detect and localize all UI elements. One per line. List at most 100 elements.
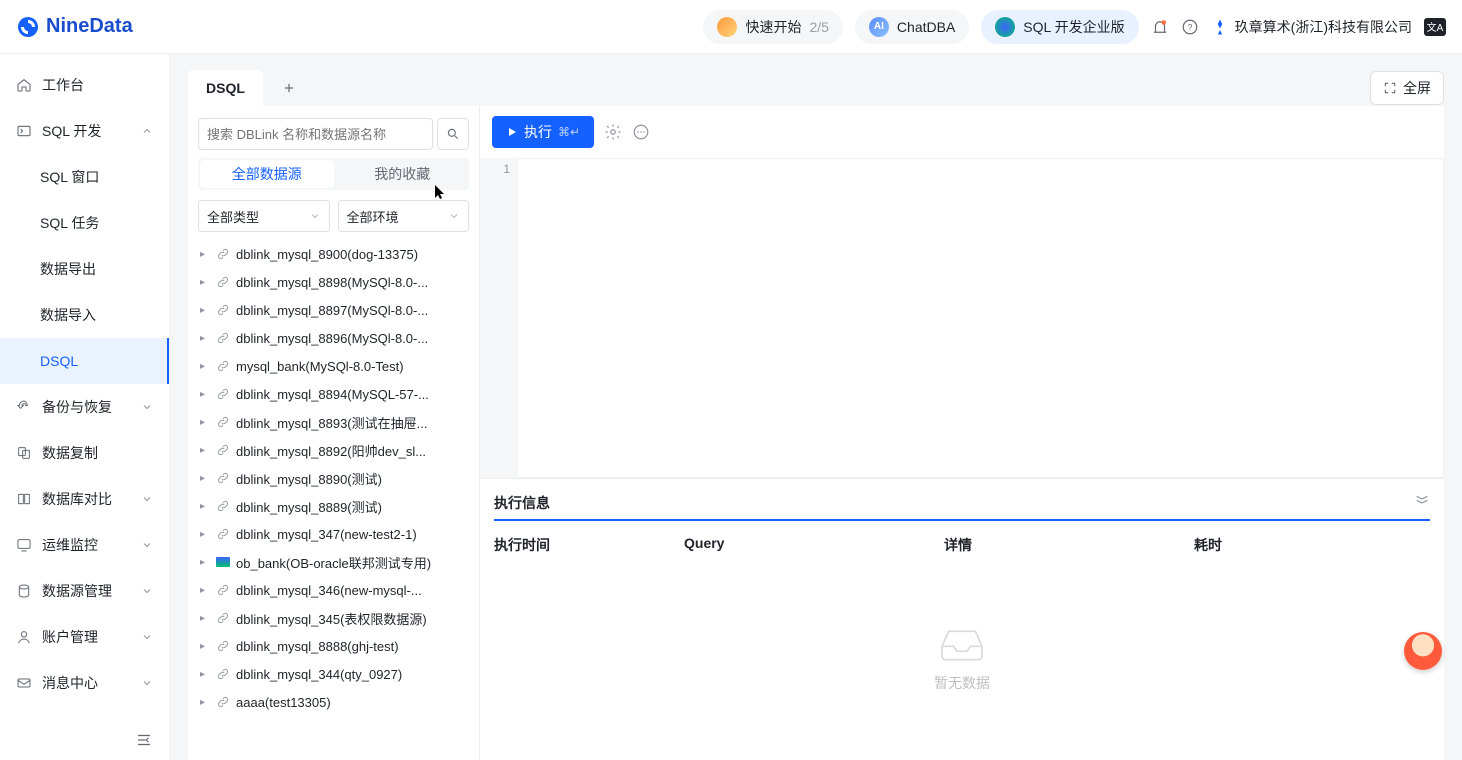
filter-type-select[interactable]: 全部类型 [198,200,330,232]
line-number: 1 [488,162,510,176]
collapse-down-icon[interactable] [1414,491,1430,507]
compare-icon [16,491,32,507]
caret-icon: ▸ [200,613,210,624]
org-name: 玖章算术(浙江)科技有限公司 [1235,17,1412,37]
nav-label: 数据导入 [40,305,96,325]
tree-item[interactable]: ▸dblink_mysql_346(new-mysql-... [198,576,469,604]
tree-item[interactable]: ▸dblink_mysql_344(qty_0927) [198,660,469,688]
search-input[interactable] [198,118,433,150]
nav-label: 运维监控 [42,535,98,555]
link-icon [216,499,230,513]
select-value: 全部类型 [207,207,259,226]
tab-dsql[interactable]: DSQL [188,70,263,106]
nav-import[interactable]: 数据导入 [0,292,169,338]
tree-item[interactable]: ▸dblink_mysql_8894(MySQL-57-... [198,380,469,408]
tree-item[interactable]: ▸ dblink_mysql_345(表权限数据源) [198,604,469,632]
col-duration: 耗时 [1194,535,1430,555]
globe-icon [995,17,1015,37]
nav-workspace[interactable]: 工作台 [0,62,169,108]
nav-sql-dev[interactable]: SQL 开发 [0,108,169,154]
tree-item[interactable]: ▸ dblink_mysql_8889(测试) [198,492,469,520]
monitor-icon [16,537,32,553]
filter-env-select[interactable]: 全部环境 [338,200,470,232]
nav-monitor[interactable]: 运维监控 [0,522,169,568]
link-icon [216,527,230,541]
nav-replicate[interactable]: 数据复制 [0,430,169,476]
select-value: 全部环境 [347,207,399,226]
nav-label: 数据导出 [40,259,96,279]
edition-pill[interactable]: SQL 开发企业版 [981,10,1138,44]
fullscreen-button[interactable]: 全屏 [1370,71,1444,105]
tree-item[interactable]: ▸dblink_mysql_8896(MySQl-8.0-... [198,324,469,352]
col-detail: 详情 [944,535,1194,555]
edition-label: SQL 开发企业版 [1023,17,1124,37]
tree-item-label: dblink_mysql_8896(MySQl-8.0-... [236,331,428,346]
nav-backup[interactable]: 备份与恢复 [0,384,169,430]
tree-item[interactable]: ▸ob_bank(OB-oracle联邦测试专用) [198,548,469,576]
inbox-icon [934,623,990,663]
tree-item-label: dblink_mysql_8894(MySQL-57-... [236,387,429,402]
tab-add[interactable] [271,70,307,106]
empty-state: 暂无数据 [494,555,1430,760]
nav-message[interactable]: 消息中心 [0,660,169,706]
nav-label: 消息中心 [42,673,98,693]
nav-sql-window[interactable]: SQL 窗口 [0,154,169,200]
nav-datasource[interactable]: 数据源管理 [0,568,169,614]
tree-item-label: dblink_mysql_8890(测试) [236,469,382,488]
editor-textarea[interactable] [518,158,1444,478]
tree-item-label: dblink_mysql_8893(测试在抽屉... [236,413,427,432]
svg-text:?: ? [1187,23,1192,32]
tree-item-label: dblink_mysql_346(new-mysql-... [236,583,422,598]
support-avatar[interactable] [1404,632,1442,670]
search-icon [446,127,460,141]
tree-item[interactable]: ▸dblink_mysql_8892(阳帅dev_sl... [198,436,469,464]
brand-logo[interactable]: NineData [16,15,133,39]
more-icon[interactable] [632,123,650,141]
nav-dsql[interactable]: DSQL [0,338,169,384]
run-button[interactable]: 执行 ⌘↵ [492,116,594,148]
language-switch[interactable]: 文A [1424,18,1446,36]
nav-compare[interactable]: 数据库对比 [0,476,169,522]
nav-sql-task[interactable]: SQL 任务 [0,200,169,246]
caret-icon: ▸ [200,557,210,568]
chevron-down-icon [141,677,153,689]
nav-account[interactable]: 账户管理 [0,614,169,660]
tree-item[interactable]: ▸dblink_mysql_8900(dog-13375) [198,240,469,268]
chatdba-pill[interactable]: AI ChatDBA [855,10,969,44]
backup-icon [16,399,32,415]
mail-icon [16,675,32,691]
settings-icon[interactable] [604,123,622,141]
tree-tab-fav[interactable]: 我的收藏 [336,158,470,190]
org-selector[interactable]: 玖章算术(浙江)科技有限公司 [1211,17,1412,37]
col-time: 执行时间 [494,535,684,555]
tree-item-label: dblink_mysql_8889(测试) [236,497,382,516]
quickstart-pill[interactable]: 快速开始 2/5 [703,10,842,44]
tree-tab-all[interactable]: 全部数据源 [200,160,334,188]
caret-icon: ▸ [200,501,210,512]
collapse-icon[interactable] [135,731,153,749]
search-button[interactable] [437,118,469,150]
tree-item[interactable]: ▸dblink_mysql_8898(MySQl-8.0-... [198,268,469,296]
chevron-down-icon [141,401,153,413]
tree-item[interactable]: ▸dblink_mysql_8888(ghj-test) [198,632,469,660]
tree-item-label: dblink_mysql_345(表权限数据源) [236,609,427,628]
tree-item[interactable]: ▸aaaa(test13305) [198,688,469,716]
caret-icon: ▸ [200,697,210,708]
link-icon [216,331,230,345]
help-icon[interactable]: ? [1181,18,1199,36]
bell-icon[interactable] [1151,18,1169,36]
tree-item[interactable]: ▸dblink_mysql_8893(测试在抽屉... [198,408,469,436]
tree-item[interactable]: ▸mysql_bank(MySQl-8.0-Test) [198,352,469,380]
link-icon [216,471,230,485]
link-icon [216,667,230,681]
nav-label: 账户管理 [42,627,98,647]
tree-item[interactable]: ▸dblink_mysql_347(new-test2-1) [198,520,469,548]
tree-item[interactable]: ▸dblink_mysql_8890(测试) [198,464,469,492]
header: NineData 快速开始 2/5 AI ChatDBA SQL 开发企业版 ?… [0,0,1462,54]
nav-export[interactable]: 数据导出 [0,246,169,292]
caret-icon: ▸ [200,529,210,540]
tree-item[interactable]: ▸dblink_mysql_8897(MySQl-8.0-... [198,296,469,324]
nav-label: 备份与恢复 [42,397,112,417]
tree-tab-label: 全部数据源 [232,164,302,184]
sql-editor[interactable]: 1 [480,158,1444,478]
